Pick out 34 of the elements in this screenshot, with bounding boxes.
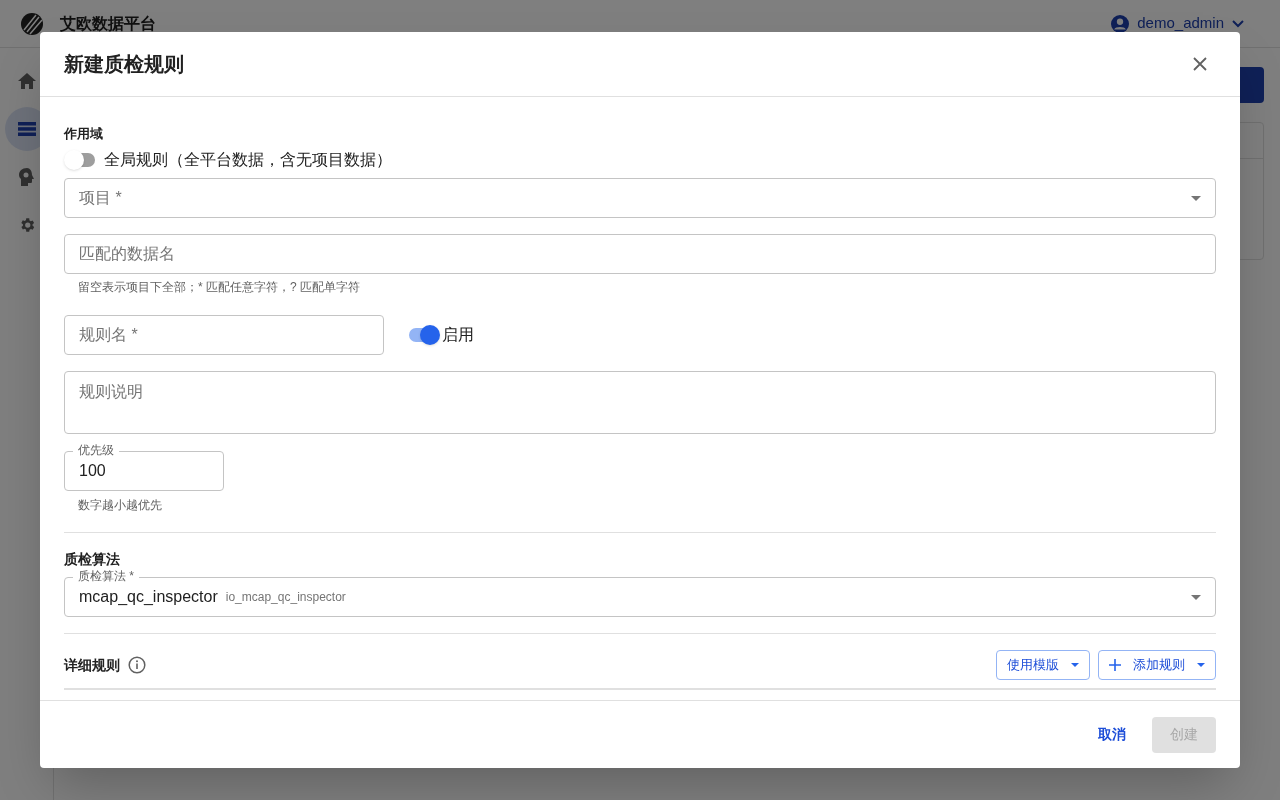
cancel-button[interactable]: 取消	[1090, 716, 1134, 753]
helper-text: 留空表示项目下全部；* 匹配任意字符，? 匹配单字符	[78, 279, 361, 295]
select-field[interactable]: 项目 *	[64, 178, 1216, 218]
helper-text: 数字越小越优先	[78, 497, 163, 513]
section-heading: 作用域	[64, 126, 104, 142]
input-field[interactable]: 规则名 *	[64, 315, 384, 355]
floating-label: 优先级	[73, 442, 119, 458]
info-icon[interactable]	[128, 656, 146, 674]
chevron-down-icon	[1232, 19, 1244, 28]
logo-icon	[20, 11, 44, 36]
dropdown-caret-icon	[1191, 195, 1201, 201]
list-icon	[17, 122, 36, 136]
caret-icon	[1071, 663, 1079, 667]
field-secondary-text: io_mcap_qc_inspector	[225, 589, 346, 606]
close-icon	[1193, 57, 1207, 71]
switch-label: 启用	[442, 325, 474, 345]
dropdown-button[interactable]: 使用模版	[996, 650, 1090, 680]
caret-icon	[1197, 663, 1205, 667]
dropdown-caret-icon	[1191, 594, 1201, 600]
plus-icon	[1109, 659, 1121, 671]
switch-label: 全局规则（全平台数据，含无项目数据）	[104, 150, 392, 170]
dialog-title: 新建质检规则	[64, 52, 184, 77]
input-field[interactable]: 匹配的数据名	[64, 234, 1216, 274]
floating-label: 质检算法 *	[73, 568, 139, 584]
dropdown-button[interactable]: 添加规则	[1098, 650, 1216, 680]
home-icon	[17, 73, 36, 89]
field-value: mcap_qc_inspector	[79, 587, 218, 607]
head-icon	[18, 168, 35, 186]
text-area[interactable]: 规则说明	[64, 371, 1216, 434]
section-heading: 详细规则	[64, 655, 120, 675]
field-value: 100	[79, 461, 106, 481]
field-placeholder: 项目 *	[79, 188, 122, 208]
section-heading: 质检算法	[64, 550, 121, 568]
app-title: 艾欧数据平台	[60, 13, 156, 34]
